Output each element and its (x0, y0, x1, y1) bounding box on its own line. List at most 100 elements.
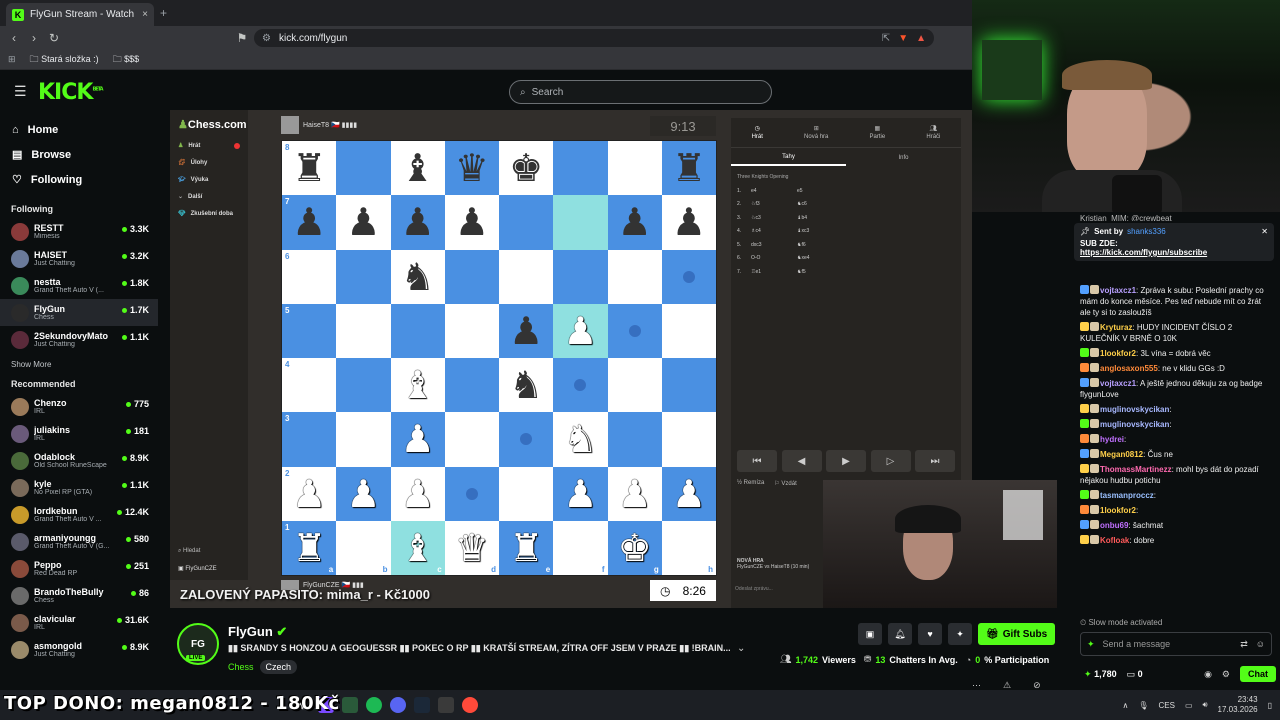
bookmark-folder-1[interactable]: 🗀 Stará složka :) (30, 52, 99, 68)
chess-panel-tab[interactable]: 👥︎ Hráči (926, 125, 940, 140)
emoji-icon[interactable]: ☺ (1256, 639, 1265, 649)
board-square-c3[interactable]: ♟ (390, 412, 445, 467)
channel-name[interactable]: FlyGun ✔ (228, 624, 287, 640)
sidebar-nav-following[interactable]: ♡ Following (0, 167, 158, 192)
heart-icon[interactable]: ♥ (918, 623, 942, 645)
chat-username[interactable]: Kofloak (1100, 536, 1129, 545)
expand-title-icon[interactable]: ⌄ (737, 643, 745, 654)
chess-panel-tab[interactable]: ◷ Hrát (752, 125, 763, 140)
white-move[interactable]: O-O (751, 255, 797, 261)
white-bishop-icon[interactable]: ♝ (401, 529, 435, 567)
board-square-e3[interactable] (499, 412, 554, 467)
board-square-e7[interactable] (499, 195, 554, 250)
move-hint-dot[interactable] (574, 379, 587, 392)
chat-username[interactable]: ThomassMartinezz (1100, 465, 1172, 474)
chat-send-button[interactable]: Chat (1240, 666, 1276, 682)
lang-indicator[interactable]: CES (1158, 701, 1174, 710)
board-square-h4[interactable] (661, 358, 716, 413)
sidebar-channel-haiset[interactable]: HAISET Just Chatting 3.2K (0, 245, 158, 272)
bookmark-folder-2[interactable]: 🗀 $$$ (113, 52, 140, 68)
board-square-b3[interactable] (336, 412, 391, 467)
board-square-c7[interactable]: ♟ (390, 195, 445, 250)
board-square-b2[interactable]: ♟ (336, 466, 391, 521)
board-square-e6[interactable] (499, 249, 554, 304)
steam-icon[interactable] (414, 697, 430, 713)
black-queen-icon[interactable]: ♛ (455, 149, 489, 187)
white-pawn-icon[interactable]: ♟ (618, 475, 652, 513)
share-icon[interactable]: ⇱ (882, 33, 890, 44)
nav-prev-button[interactable]: ◀ (781, 450, 822, 472)
board-square-c8[interactable]: ♝ (390, 141, 445, 196)
board-square-d4[interactable] (444, 358, 499, 413)
chat-username[interactable]: vojtaxcz1 (1100, 286, 1136, 295)
white-move[interactable]: ♗c4 (751, 228, 797, 234)
taskbar-app-2-icon[interactable] (342, 697, 358, 713)
board-square-b6[interactable] (336, 249, 391, 304)
board-square-a1[interactable]: ♜ 1 a (282, 520, 337, 575)
board-square-b4[interactable] (336, 358, 391, 413)
black-pawn-icon[interactable]: ♟ (509, 312, 543, 350)
black-pawn-icon[interactable]: ♟ (618, 203, 652, 241)
sidebar-channel-2sekundovymato[interactable]: 2SekundovyMato Just Chatting 1.1K (0, 326, 158, 353)
chess-profile[interactable]: ▣ FlyGunCZE (178, 565, 217, 572)
nav-first-button[interactable]: ⏮ (737, 450, 777, 472)
white-rook-icon[interactable]: ♜ (509, 529, 543, 567)
move-hint-dot[interactable] (682, 270, 695, 283)
board-square-h6[interactable] (661, 249, 716, 304)
chess-menu-item[interactable]: 🎓︎ Výuka (170, 171, 248, 188)
white-knight-icon[interactable]: ♞ (563, 420, 597, 458)
sidebar-channel-flygun[interactable]: FlyGun Chess 1.7K (0, 299, 158, 326)
chat-input[interactable]: ✦ Send a message ⇄ ☺ (1080, 632, 1272, 656)
sidebar-channel-juliakins[interactable]: juliakins IRL 181 (0, 420, 158, 447)
draw-button[interactable]: ½ Remíza (737, 480, 764, 487)
board-square-e2[interactable] (499, 466, 554, 521)
white-rook-icon[interactable]: ♜ (292, 529, 326, 567)
rewards-icon[interactable]: ▲ (916, 33, 926, 44)
board-square-c5[interactable] (390, 303, 445, 358)
board-square-f8[interactable] (553, 141, 608, 196)
black-move[interactable]: ♞xe4 (797, 255, 837, 261)
board-square-d1[interactable]: ♛ d (444, 520, 499, 575)
board-square-b8[interactable] (336, 141, 391, 196)
emote-sparkle-icon[interactable]: ✦ (1087, 639, 1095, 650)
resign-button[interactable]: ⚐ Vzdát (774, 480, 796, 487)
black-pawn-icon[interactable]: ♟ (401, 203, 435, 241)
chess-panel-tab[interactable]: ▦ Partie (870, 125, 886, 140)
black-pawn-icon[interactable]: ♟ (672, 203, 706, 241)
board-square-g6[interactable] (607, 249, 662, 304)
translate-icon[interactable]: ⇄ (1240, 639, 1248, 650)
apps-icon[interactable]: ⊞ (8, 54, 16, 65)
white-move[interactable]: ♘f3 (751, 201, 797, 207)
board-square-g8[interactable] (607, 141, 662, 196)
board-square-a6[interactable]: 6 (282, 249, 337, 304)
board-square-c6[interactable]: ♞ (390, 249, 445, 304)
black-rook-icon[interactable]: ♜ (672, 149, 706, 187)
sidebar-channel-lordkebun[interactable]: lordkebun Grand Theft Auto V ... 12.4K (0, 501, 158, 528)
sidebar-nav-browse[interactable]: ▤ Browse (0, 142, 158, 167)
tab-info[interactable]: Info (846, 155, 961, 161)
sent-by-user[interactable]: shanks336 (1127, 227, 1166, 236)
volume-icon[interactable]: 🔊︎ (1203, 700, 1208, 710)
chat-username[interactable]: muglinovskycikan (1100, 405, 1169, 414)
search-input[interactable]: ⌕ Search (509, 80, 772, 104)
white-pawn-icon[interactable]: ♟ (401, 475, 435, 513)
sidebar-channel-armaniyoungg[interactable]: armaniyoungg Grand Theft Auto V (G... 580 (0, 528, 158, 555)
nav-play-button[interactable]: ▶ (826, 450, 866, 472)
chat-username[interactable]: vojtaxcz1 (1100, 379, 1136, 388)
move-hint-dot[interactable] (628, 324, 641, 337)
chess-menu-item[interactable]: 🧩︎ Úlohy (170, 154, 248, 171)
white-pawn-icon[interactable]: ♟ (563, 475, 597, 513)
white-pawn-icon[interactable]: ♟ (346, 475, 380, 513)
board-square-h5[interactable] (661, 303, 716, 358)
board-square-h2[interactable]: ♟ (661, 466, 716, 521)
board-square-f1[interactable]: f (553, 520, 608, 575)
sidebar-channel-kyle[interactable]: kyle No Pixel RP (GTA) 1.1K (0, 474, 158, 501)
sidebar-channel-chenzo[interactable]: Chenzo IRL 775 (0, 393, 158, 420)
chat-username[interactable]: Kryturaz (1100, 323, 1132, 332)
white-move[interactable]: e4 (751, 188, 797, 194)
chat-username[interactable]: muglinovskycikan (1100, 420, 1169, 429)
clock[interactable]: 23:43 17.03.2026 (1218, 695, 1258, 715)
sidebar-channel-nestta[interactable]: nestta Grand Theft Auto V (... 1.8K (0, 272, 158, 299)
white-pawn-icon[interactable]: ♟ (563, 312, 597, 350)
white-pawn-icon[interactable]: ♟ (401, 420, 435, 458)
